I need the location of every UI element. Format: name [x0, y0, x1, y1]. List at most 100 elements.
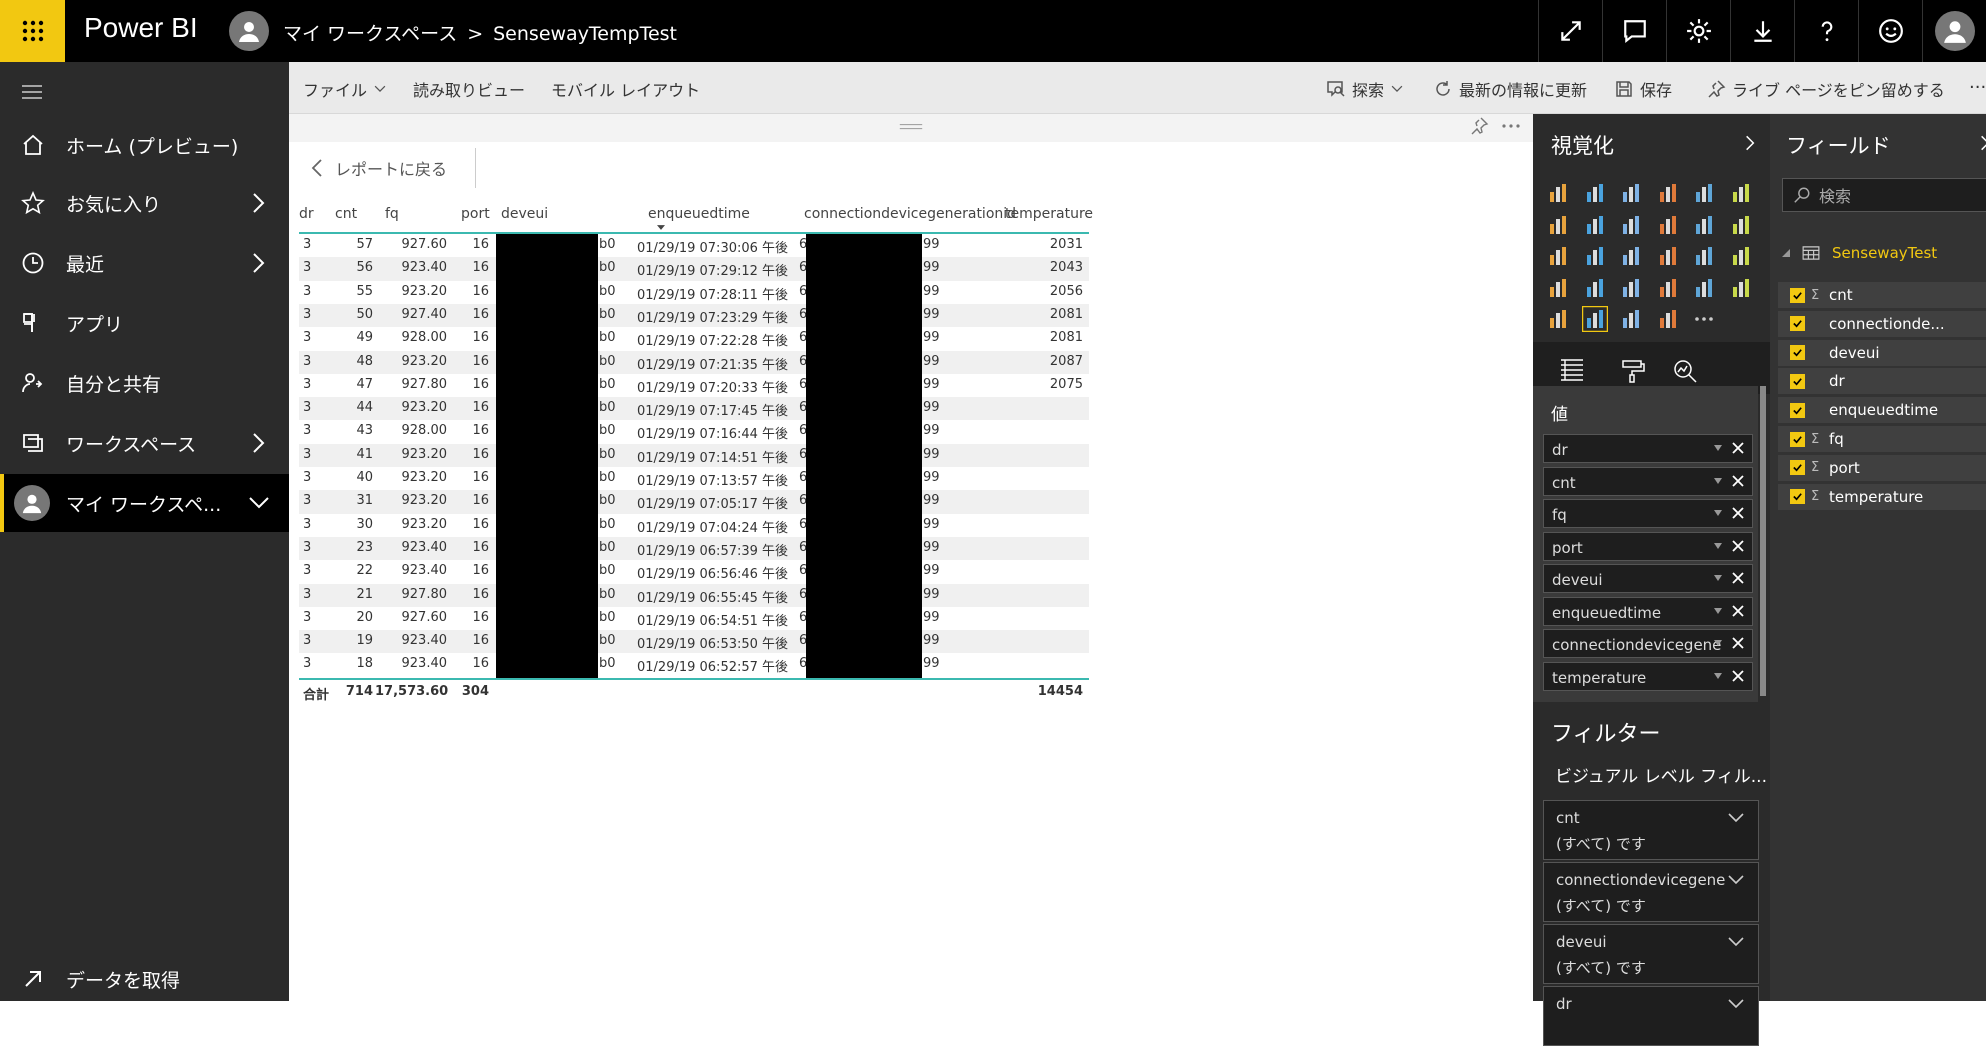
kpi-icon[interactable]: [1728, 275, 1754, 301]
account-button[interactable]: [1922, 0, 1986, 62]
reading-view-button[interactable]: 読み取りビュー: [413, 77, 525, 101]
chevron-down-icon[interactable]: [1728, 937, 1744, 947]
hamburger-icon[interactable]: [20, 82, 44, 102]
column-header-connectiondevicegenerationid[interactable]: connectiondevicegenerationid: [804, 206, 1016, 222]
table-row[interactable]: 3 49 928.00 16 b0 01/29/19 07:22:28 午後 6 99 2081: [299, 327, 1089, 350]
nav-item-favorites[interactable]: お気に入り: [0, 174, 289, 232]
table-row[interactable]: 3 57 927.60 16 b0 01/29/19 07:30:06 午後 6 99 2031: [299, 234, 1089, 257]
value-well-5[interactable]: deveui: [1543, 564, 1753, 593]
download-button[interactable]: [1730, 0, 1794, 62]
card-icon[interactable]: [1655, 275, 1681, 301]
chevron-down-icon[interactable]: [1714, 607, 1722, 614]
table-row[interactable]: 3 55 923.20 16 b0 01/29/19 07:28:11 午後 6 99 2056: [299, 281, 1089, 304]
multirow-card-icon[interactable]: [1691, 275, 1717, 301]
refresh-button[interactable]: 最新の情報に更新: [1433, 77, 1587, 101]
chevron-down-icon[interactable]: [1714, 477, 1722, 484]
checkbox[interactable]: [1790, 345, 1805, 361]
field-item[interactable]: Σfq: [1778, 426, 1986, 452]
table-row[interactable]: 3 40 923.20 16 b0 01/29/19 07:13:57 午後 6 99: [299, 467, 1089, 490]
table-row[interactable]: 3 30 923.20 16 b0 01/29/19 07:04:24 午後 6 99: [299, 514, 1089, 537]
table-visual-icon[interactable]: [1581, 305, 1608, 333]
save-button[interactable]: 保存: [1614, 77, 1672, 101]
remove-field-icon[interactable]: [1730, 538, 1746, 554]
chevron-right-icon[interactable]: [1980, 134, 1986, 152]
value-well-8[interactable]: temperature: [1543, 661, 1753, 691]
table-row[interactable]: 3 43 928.00 16 b0 01/29/19 07:16:44 午後 6 99: [299, 420, 1089, 443]
filter-card[interactable]: cnt (すべて) です: [1543, 800, 1759, 860]
table-row[interactable]: 3 19 923.40 16 b0 01/29/19 06:53:50 午後 6 99: [299, 630, 1089, 654]
value-well-2[interactable]: cnt: [1543, 466, 1753, 496]
help-button[interactable]: [1794, 0, 1858, 62]
checkbox[interactable]: [1790, 373, 1805, 389]
nav-item-my-workspace[interactable]: マイ ワークスペ...: [0, 474, 289, 532]
chevron-right-icon[interactable]: [251, 251, 267, 275]
column-header-port[interactable]: port: [461, 206, 490, 222]
filter-card[interactable]: deveui (すべて) です: [1543, 924, 1759, 984]
remove-field-icon[interactable]: [1730, 603, 1746, 619]
clustered-column-icon[interactable]: [1655, 180, 1681, 206]
chevron-down-icon[interactable]: [1714, 672, 1722, 679]
column-header-enqueuedtime[interactable]: enqueuedtime: [648, 206, 750, 222]
column-header-deveui[interactable]: deveui: [501, 206, 548, 222]
settings-button[interactable]: [1666, 0, 1730, 62]
table-row[interactable]: 3 47 927.80 16 b0 01/29/19 07:20:33 午後 6 99 2075: [299, 374, 1089, 397]
line-clustered-icon[interactable]: [1691, 212, 1717, 238]
field-item[interactable]: connectionde...: [1778, 310, 1986, 337]
chevron-down-icon[interactable]: [1728, 875, 1744, 885]
chevron-down-icon[interactable]: [1714, 640, 1722, 646]
field-item[interactable]: deveui: [1778, 339, 1986, 366]
value-well-1[interactable]: dr: [1543, 434, 1753, 463]
checkbox[interactable]: [1790, 489, 1805, 505]
nav-item-recent[interactable]: 最近: [0, 234, 289, 292]
drag-handle-icon[interactable]: [899, 123, 923, 131]
gauge-icon[interactable]: [1618, 275, 1644, 301]
table-row[interactable]: 3 41 923.20 16 b0 01/29/19 07:14:51 午後 6 99: [299, 443, 1089, 467]
remove-field-icon[interactable]: [1730, 505, 1746, 521]
table-row[interactable]: 3 48 923.20 16 b0 01/29/19 07:21:35 午後 6 99 2087: [299, 350, 1089, 374]
slicer-icon[interactable]: [1545, 306, 1571, 332]
chevron-down-icon[interactable]: [247, 495, 271, 511]
more-options-button[interactable]: ...: [1969, 72, 1986, 93]
chevron-down-icon[interactable]: [1714, 575, 1722, 581]
line-chart-icon[interactable]: [1545, 212, 1571, 238]
pie-icon[interactable]: [1618, 243, 1644, 269]
more-options-icon[interactable]: [1501, 116, 1521, 136]
waterfall-icon[interactable]: [1545, 243, 1571, 269]
treemap-icon[interactable]: [1691, 243, 1717, 269]
filled-map-icon[interactable]: [1545, 275, 1571, 301]
app-launcher-button[interactable]: [0, 0, 65, 62]
table-row[interactable]: 3 44 923.20 16 b0 01/29/19 07:17:45 午後 6 99: [299, 397, 1089, 421]
feedback-button[interactable]: [1858, 0, 1922, 62]
table-row[interactable]: 3 18 923.40 16 b0 01/29/19 06:52:57 午後 6 99: [299, 653, 1089, 676]
remove-field-icon[interactable]: [1730, 635, 1746, 651]
brand-title[interactable]: Power BI: [84, 12, 198, 44]
scrollbar[interactable]: [1760, 386, 1766, 696]
table-row[interactable]: 3 22 923.40 16 b0 01/29/19 06:56:46 午後 6 99: [299, 560, 1089, 583]
checkbox[interactable]: [1790, 287, 1805, 303]
table-row[interactable]: 3 20 927.60 16 b0 01/29/19 06:54:51 午後 6 99: [299, 607, 1089, 630]
chevron-down-icon[interactable]: [1714, 510, 1722, 516]
stacked-area-icon[interactable]: [1618, 212, 1644, 238]
chevron-down-icon[interactable]: [1714, 542, 1722, 549]
line-column-icon[interactable]: [1655, 212, 1681, 238]
100-column-icon[interactable]: [1728, 180, 1754, 206]
breadcrumb-workspace[interactable]: マイ ワークスペース: [283, 23, 457, 45]
table-row[interactable]: 3 56 923.40 16 b0 01/29/19 07:29:12 午後 6 99 2043: [299, 257, 1089, 281]
value-well-6[interactable]: enqueuedtime: [1543, 596, 1753, 626]
value-well-3[interactable]: fq: [1543, 499, 1753, 528]
100-bar-icon[interactable]: [1691, 180, 1717, 206]
nav-item-shared[interactable]: 自分と共有: [0, 354, 289, 412]
comment-button[interactable]: [1602, 0, 1666, 62]
stacked-column-icon[interactable]: [1582, 180, 1608, 206]
field-item[interactable]: dr: [1778, 368, 1986, 395]
stacked-bar-icon[interactable]: [1545, 180, 1571, 206]
checkbox[interactable]: [1790, 431, 1805, 447]
field-item[interactable]: enqueuedtime: [1778, 397, 1986, 424]
checkbox[interactable]: [1790, 402, 1805, 418]
filter-card[interactable]: connectiondevicegene... (すべて) です: [1543, 862, 1759, 922]
column-header-cnt[interactable]: cnt: [335, 206, 357, 222]
column-header-temperature[interactable]: temperature: [1005, 206, 1093, 222]
scatter-icon[interactable]: [1582, 243, 1608, 269]
back-to-report-button[interactable]: レポートに戻る: [311, 156, 447, 180]
chevron-right-icon[interactable]: [1745, 134, 1755, 152]
